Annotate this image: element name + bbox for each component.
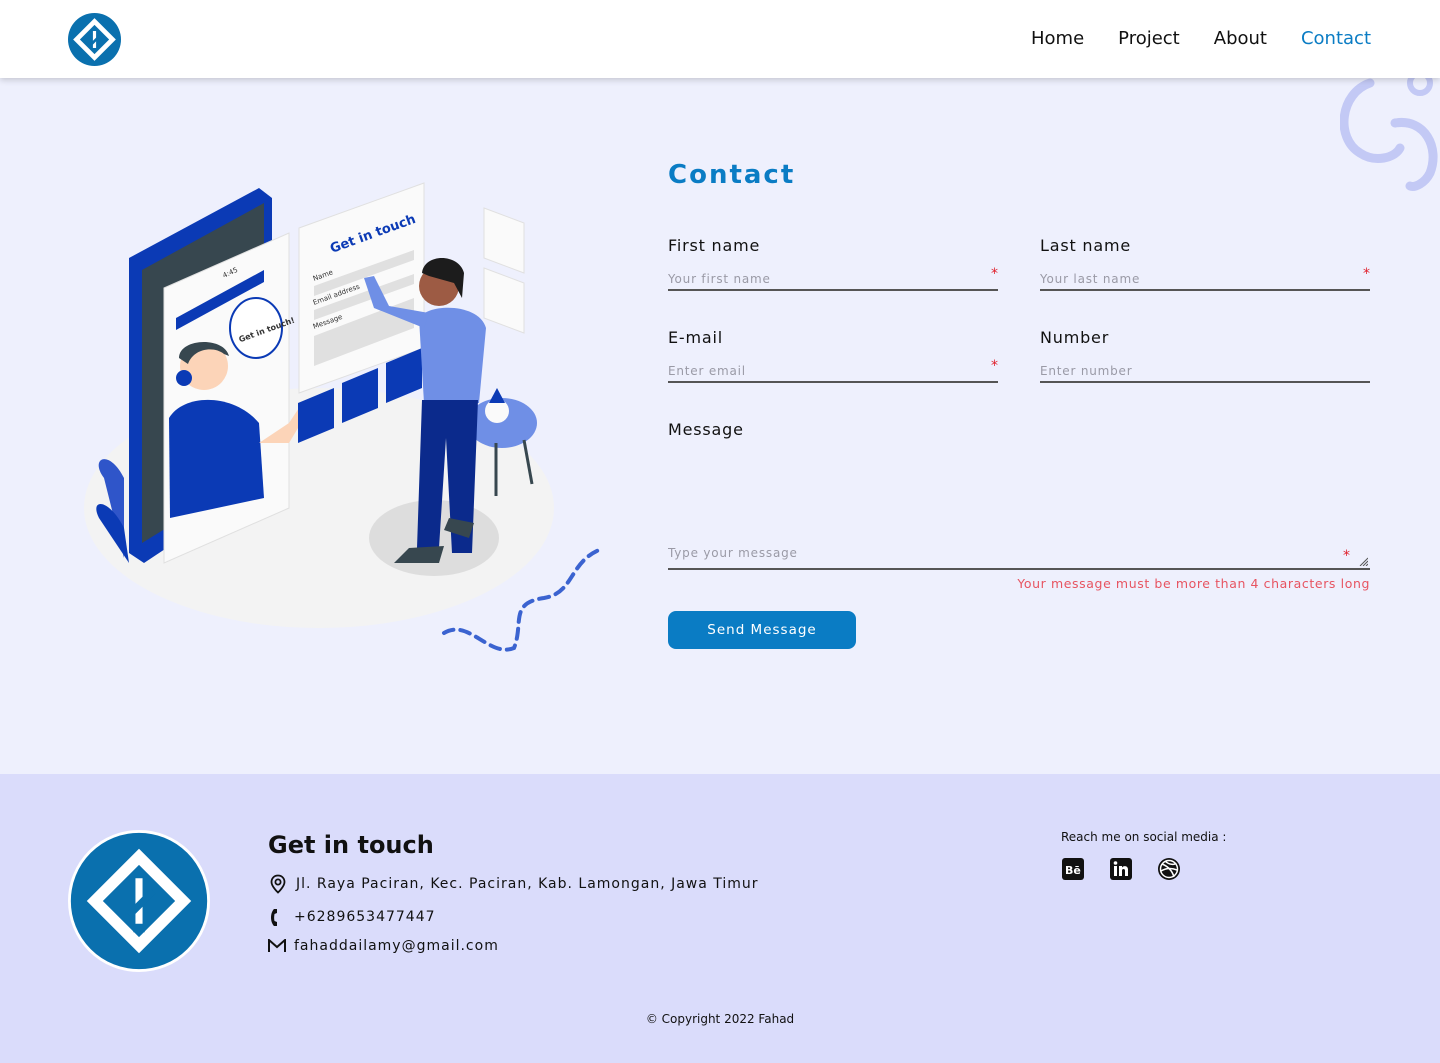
- footer-address-row: Jl. Raya Paciran, Kec. Paciran, Kab. Lam…: [268, 874, 759, 894]
- contact-title: Contact: [668, 160, 796, 190]
- resize-grip-icon[interactable]: [1358, 556, 1368, 566]
- first-name-field: First name *: [668, 236, 998, 291]
- message-field: Message *: [668, 420, 1370, 570]
- social-label: Reach me on social media :: [1061, 830, 1227, 844]
- dribbble-icon[interactable]: [1157, 857, 1181, 881]
- footer-email-row: fahaddailamy@gmail.com: [268, 938, 499, 954]
- number-field: Number: [1040, 328, 1370, 383]
- email-label: E-mail: [668, 328, 723, 347]
- footer-brand-logo[interactable]: [68, 830, 210, 972]
- footer-address: Jl. Raya Paciran, Kec. Paciran, Kab. Lam…: [296, 876, 759, 892]
- required-marker: *: [1363, 266, 1370, 282]
- main-nav: Home Project About Contact: [1031, 27, 1371, 51]
- number-input[interactable]: [1040, 362, 1370, 378]
- number-label: Number: [1040, 328, 1110, 347]
- last-name-label: Last name: [1040, 236, 1131, 255]
- required-marker: *: [991, 266, 998, 282]
- first-name-input-wrap: *: [668, 266, 998, 291]
- svg-text:Bē: Bē: [1065, 864, 1081, 877]
- message-input-wrap: *: [668, 442, 1370, 570]
- footer-title: Get in touch: [268, 831, 434, 859]
- contact-illustration: 4:45 Get in touch! Get in touch Name Ema…: [84, 182, 601, 652]
- footer-phone: +6289653477447: [294, 909, 436, 925]
- required-marker: *: [991, 358, 998, 374]
- message-textarea[interactable]: [668, 544, 1370, 566]
- last-name-field: Last name *: [1040, 236, 1370, 291]
- nav-home[interactable]: Home: [1031, 27, 1084, 51]
- email-field: E-mail *: [668, 328, 998, 383]
- last-name-input-wrap: *: [1040, 266, 1370, 291]
- nav-about[interactable]: About: [1214, 27, 1267, 51]
- last-name-input[interactable]: [1040, 270, 1370, 286]
- footer-email[interactable]: fahaddailamy@gmail.com: [294, 938, 499, 954]
- footer: Get in touch Jl. Raya Paciran, Kec. Paci…: [0, 774, 1440, 1063]
- brand-logo[interactable]: [68, 13, 121, 66]
- send-message-button[interactable]: Send Message: [668, 611, 856, 649]
- nav-contact[interactable]: Contact: [1301, 27, 1371, 51]
- behance-icon[interactable]: Bē: [1061, 857, 1085, 881]
- phone-icon: [271, 909, 277, 926]
- footer-phone-row: +6289653477447: [268, 907, 436, 927]
- required-marker: *: [1343, 548, 1350, 564]
- email-input-wrap: *: [668, 358, 998, 383]
- first-name-input[interactable]: [668, 270, 998, 286]
- message-error: Your message must be more than 4 charact…: [1017, 576, 1370, 591]
- number-input-wrap: [1040, 360, 1370, 383]
- location-pin-icon: [270, 874, 286, 894]
- message-label: Message: [668, 420, 744, 439]
- mail-icon: [268, 939, 286, 952]
- copyright: © Copyright 2022 Fahad: [645, 1012, 795, 1026]
- social-links: Bē: [1061, 857, 1181, 881]
- corner-decoration: [1340, 78, 1438, 191]
- linkedin-icon[interactable]: [1109, 857, 1133, 881]
- nav-project[interactable]: Project: [1118, 27, 1180, 51]
- first-name-label: First name: [668, 236, 761, 255]
- email-input[interactable]: [668, 362, 998, 378]
- top-navbar: Home Project About Contact: [0, 0, 1440, 78]
